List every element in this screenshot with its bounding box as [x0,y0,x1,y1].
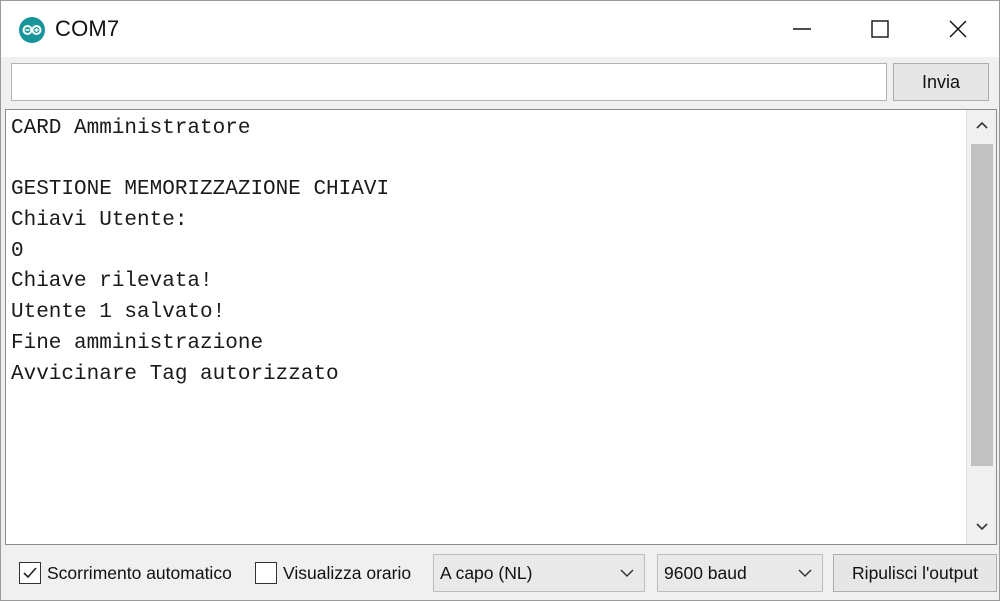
line-ending-select[interactable]: A capo (NL) [433,554,645,592]
chevron-down-icon [798,569,812,578]
timestamp-label: Visualizza orario [283,562,412,583]
minimize-button[interactable] [763,1,841,57]
output-line: Utente 1 salvato! [11,301,226,325]
output-line: CARD Amministratore [11,117,251,140]
timestamp-checkbox[interactable] [255,562,277,584]
window-title: COM7 [55,16,120,41]
send-input[interactable] [11,63,887,101]
bottom-toolbar: Scorrimento automatico Visualizza orario… [5,547,997,599]
output-line: Avvicinare Tag autorizzato [11,362,339,386]
maximize-button[interactable] [841,1,919,57]
serial-output-text: CARD Amministratore GESTIONE MEMORIZZAZI… [11,114,961,390]
send-button[interactable]: Invia [893,63,989,101]
arduino-icon [19,17,45,43]
output-line: Chiavi Utente: [11,209,188,233]
autoscroll-checkbox[interactable] [19,562,41,584]
serial-output-area[interactable]: CARD Amministratore GESTIONE MEMORIZZAZI… [5,109,997,545]
baud-rate-value: 9600 baud [664,563,747,583]
baud-rate-select[interactable]: 9600 baud [657,554,823,592]
close-icon [949,20,967,38]
minimize-icon [793,28,811,30]
output-line: 0 [11,239,24,263]
scroll-thumb[interactable] [971,144,993,466]
chevron-down-icon [976,523,988,531]
chevron-down-icon [620,569,634,578]
output-line: GESTIONE MEMORIZZAZIONE CHIAVI [11,178,390,202]
vertical-scrollbar[interactable] [966,110,996,544]
maximize-icon [871,20,889,38]
timestamp-option[interactable]: Visualizza orario [255,561,411,585]
scroll-down-button[interactable] [967,512,996,544]
output-line: Fine amministrazione [11,331,264,355]
autoscroll-label: Scorrimento automatico [47,562,232,583]
scroll-up-button[interactable] [967,110,996,142]
autoscroll-option[interactable]: Scorrimento automatico [19,561,232,585]
output-line: Chiave rilevata! [11,270,213,294]
chevron-up-icon [976,121,988,129]
title-bar[interactable]: COM7 [1,1,999,57]
clear-output-button[interactable]: Ripulisci l'output [833,554,997,592]
checkmark-icon [23,567,37,579]
line-ending-value: A capo (NL) [440,563,533,583]
close-button[interactable] [919,1,997,57]
serial-monitor-window: COM7 Invia CARD Amministratore GESTIONE … [0,0,1000,601]
